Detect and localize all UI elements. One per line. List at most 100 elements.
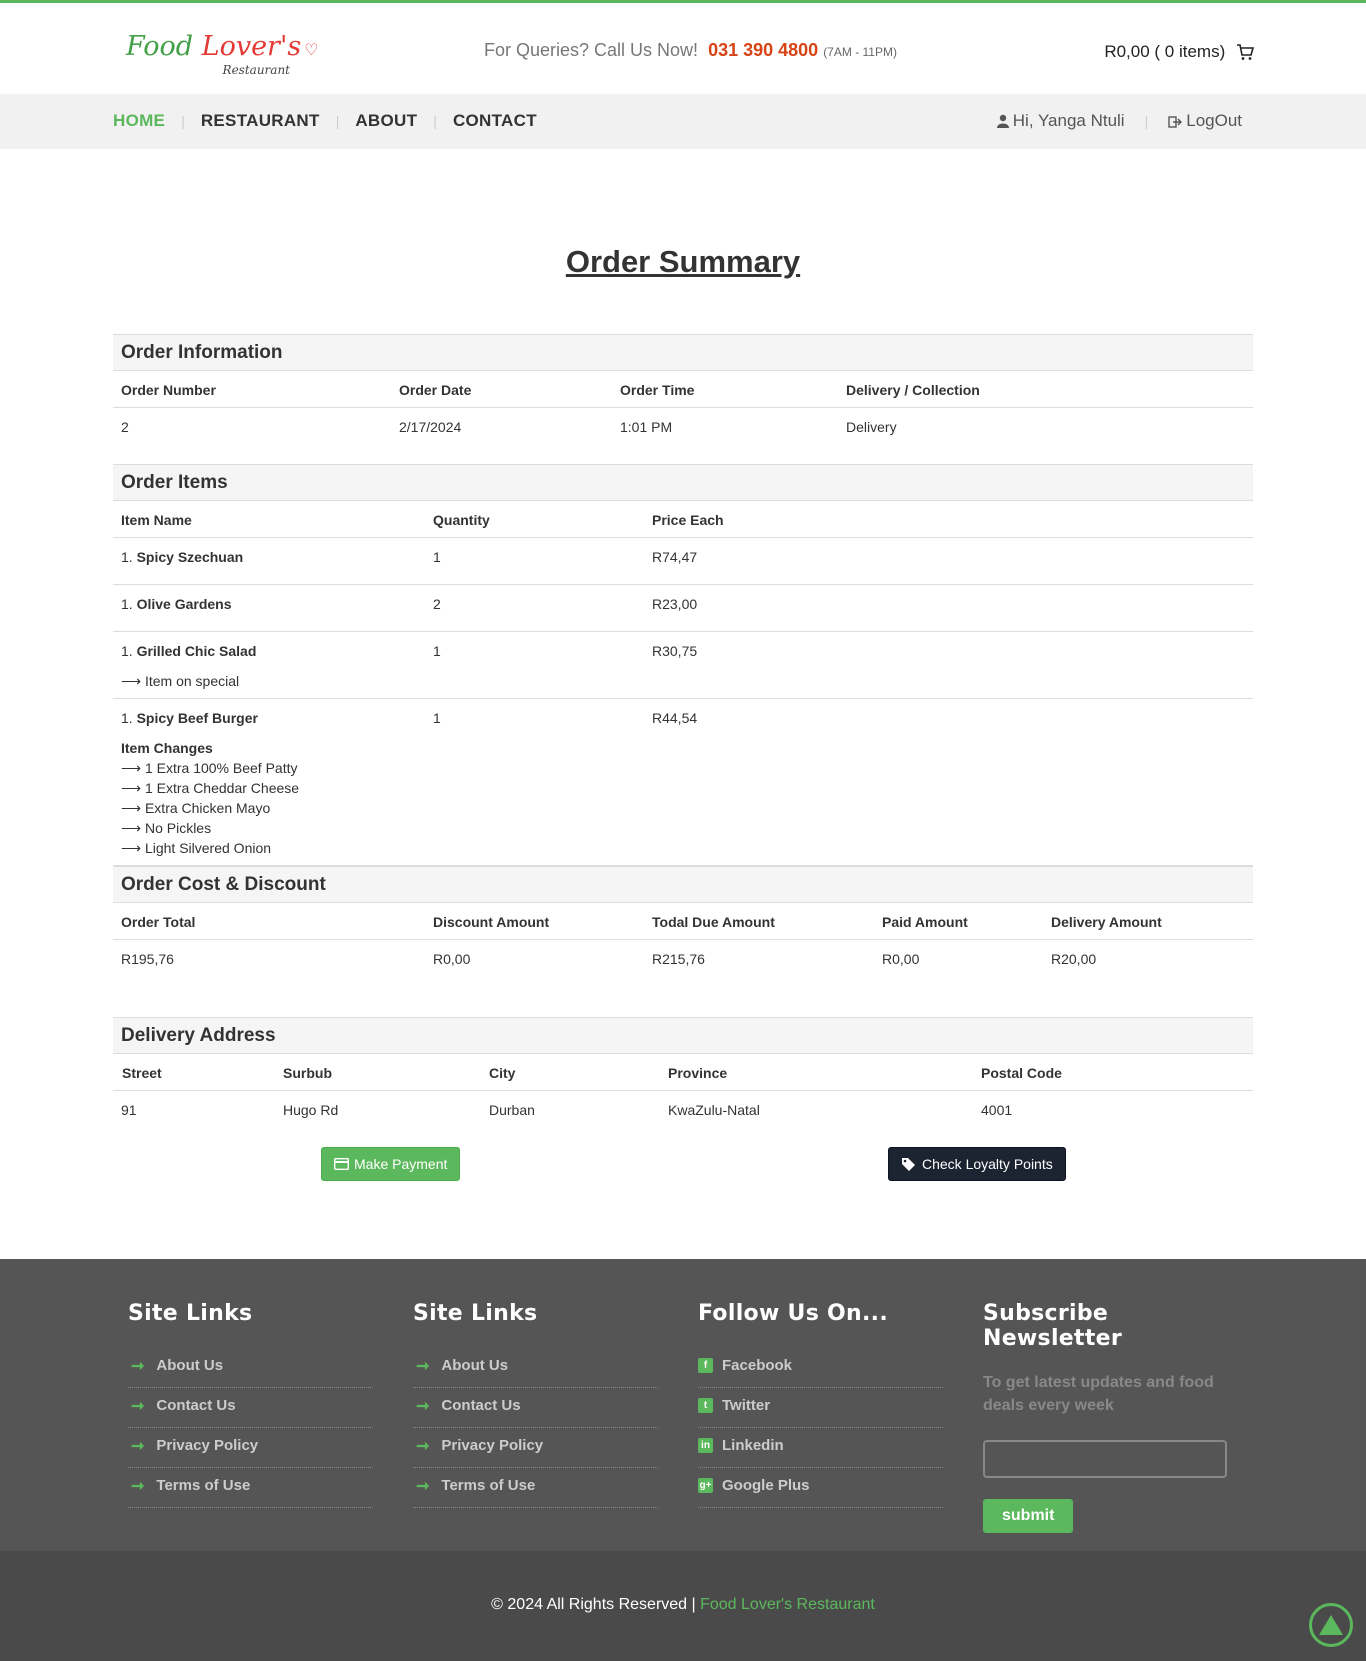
nav-divider: |	[335, 113, 340, 129]
cart-icon	[1237, 44, 1255, 60]
copyright-bar: © 2024 All Rights Reserved | Food Lover'…	[0, 1551, 1366, 1661]
nav-restaurant[interactable]: RESTAURANT	[201, 111, 320, 131]
city: Durban	[489, 1102, 535, 1118]
item-change: ⟶ Extra Chicken Mayo	[121, 800, 271, 816]
list-item: 1. Spicy Szechuan 1 R74,47	[113, 538, 1253, 585]
column-header: Todal Due Amount	[652, 914, 775, 930]
nav-divider: |	[181, 113, 185, 129]
heart-icon: ♡	[304, 40, 319, 59]
list-item: 1. Grilled Chic Salad 1 R30,75 ⟶ Item on…	[113, 632, 1253, 699]
cart-summary[interactable]: R0,00 ( 0 items)	[1104, 42, 1255, 62]
nav-about[interactable]: ABOUT	[355, 111, 417, 131]
item-price: R74,47	[652, 549, 698, 565]
credit-card-icon	[334, 1158, 349, 1170]
newsletter-email-input[interactable]	[983, 1440, 1227, 1478]
footer-heading: Site Links	[413, 1301, 538, 1326]
section-heading: Order Items	[113, 464, 1253, 501]
logo-subtitle: Restaurant	[222, 63, 290, 77]
footer-column-follow-us: Follow Us On... f Facebook t Twitter in Lin…	[698, 1301, 943, 1508]
column-header: City	[489, 1065, 516, 1081]
column-header: Discount Amount	[433, 914, 550, 930]
section-heading: Delivery Address	[113, 1017, 1253, 1054]
column-header: Order Total	[121, 914, 196, 930]
footer-link-twitter[interactable]: t Twitter	[698, 1388, 943, 1428]
user-greeting[interactable]: Hi, Yanga Ntuli	[996, 111, 1125, 131]
item-quantity: 2	[433, 596, 441, 612]
check-loyalty-points-button[interactable]: Check Loyalty Points	[888, 1147, 1066, 1181]
nav-divider: |	[433, 113, 437, 129]
google-plus-icon: g+	[698, 1478, 713, 1493]
footer-link-contact[interactable]: ➞ Contact Us	[413, 1388, 658, 1428]
item-price: R23,00	[652, 596, 698, 612]
footer-link-terms[interactable]: ➞ Terms of Use	[128, 1468, 373, 1508]
order-date: 2/17/2024	[399, 419, 462, 435]
item-price: R30,75	[652, 643, 698, 659]
order-items-section: Order Items Item Name Quantity Price Eac…	[113, 464, 1253, 866]
column-header: Street	[122, 1065, 162, 1081]
postal-code: 4001	[981, 1102, 1013, 1118]
footer-heading: Site Links	[128, 1301, 253, 1326]
order-total: R195,76	[121, 951, 174, 967]
table-header-row: Order Total Discount Amount Todal Due Am…	[113, 903, 1253, 940]
footer-link-contact[interactable]: ➞ Contact Us	[128, 1388, 373, 1428]
column-header: Price Each	[652, 512, 724, 528]
order-time: 1:01 PM	[620, 419, 673, 435]
tags-icon	[902, 1158, 915, 1171]
column-header: Order Date	[399, 382, 472, 398]
footer-link-facebook[interactable]: f Facebook	[698, 1348, 943, 1388]
footer-link-privacy[interactable]: ➞ Privacy Policy	[128, 1428, 373, 1468]
table-header-row: Street Surbub City Province Postal Code	[113, 1054, 1253, 1091]
section-heading: Order Cost & Discount	[113, 866, 1253, 903]
item-changes-title: Item Changes	[121, 740, 213, 756]
arrow-right-icon: ➞	[131, 1437, 145, 1455]
item-change: ⟶ No Pickles	[121, 820, 212, 836]
logout-link[interactable]: LogOut	[1168, 111, 1242, 131]
table-row: R195,76 R0,00 R215,76 R0,00 R20,00	[113, 940, 1253, 977]
arrow-right-icon: ➞	[131, 1397, 145, 1415]
queries-contact: For Queries? Call Us Now! 031 390 4800 (7…	[484, 40, 897, 61]
arrow-right-icon: ➞	[131, 1477, 145, 1495]
total-due-amount: R215,76	[652, 951, 705, 967]
facebook-icon: f	[698, 1358, 713, 1373]
footer-link-about[interactable]: ➞ About Us	[413, 1348, 658, 1388]
main-navbar: HOME | RESTAURANT | ABOUT | CONTACT Hi, …	[0, 94, 1366, 149]
footer-link-google-plus[interactable]: g+ Google Plus	[698, 1468, 943, 1508]
delivery-amount: R20,00	[1051, 951, 1097, 967]
column-header: Delivery / Collection	[846, 382, 980, 398]
linkedin-icon: in	[698, 1438, 713, 1453]
column-header: Order Number	[121, 382, 216, 398]
logout-icon	[1168, 116, 1183, 128]
nav-home[interactable]: HOME	[113, 111, 165, 131]
delivery-address-section: Delivery Address Street Surbub City Prov…	[113, 1017, 1253, 1128]
phone-number[interactable]: 031 390 4800	[708, 40, 818, 60]
item-quantity: 1	[433, 710, 441, 726]
footer-link-about[interactable]: ➞ About Us	[128, 1348, 373, 1388]
order-information-section: Order Information Order Number Order Dat…	[113, 334, 1253, 445]
scroll-to-top-button[interactable]	[1309, 1603, 1353, 1647]
copyright-brand-link[interactable]: Food Lover's Restaurant	[700, 1596, 875, 1613]
make-payment-button[interactable]: Make Payment	[321, 1147, 461, 1181]
cart-text: R0,00 ( 0 items)	[1104, 42, 1226, 61]
footer-link-linkedin[interactable]: in Linkedin	[698, 1428, 943, 1468]
user-icon	[996, 114, 1009, 128]
arrow-right-icon: ➞	[416, 1477, 430, 1495]
site-footer: Site Links ➞ About Us ➞ Contact Us ➞ Privac…	[0, 1259, 1366, 1551]
list-item: 1. Olive Gardens 2 R23,00	[113, 585, 1253, 632]
paid-amount: R0,00	[882, 951, 920, 967]
newsletter-description: To get latest updates and food deals eve…	[983, 1374, 1214, 1414]
top-header: Food Lover's ♡ Restaurant For Queries? Ca…	[0, 0, 1366, 94]
newsletter-submit-button[interactable]: submit	[983, 1499, 1074, 1533]
special-note: ⟶ Item on special	[121, 673, 240, 689]
column-header: Surbub	[283, 1065, 332, 1081]
site-logo[interactable]: Food Lover's ♡ Restaurant	[126, 31, 319, 81]
order-cost-section: Order Cost & Discount Order Total Discou…	[113, 866, 1253, 977]
list-item: 1. Spicy Beef Burger 1 R44,54 Item Chang…	[113, 699, 1253, 866]
footer-link-terms[interactable]: ➞ Terms of Use	[413, 1468, 658, 1508]
opening-hours: (7AM - 11PM)	[823, 45, 897, 59]
table-header-row: Order Number Order Date Order Time Deliv…	[113, 371, 1253, 408]
footer-link-privacy[interactable]: ➞ Privacy Policy	[413, 1428, 658, 1468]
arrow-right-icon: ➞	[416, 1437, 430, 1455]
footer-column-site-links-2: Site Links ➞ About Us ➞ Contact Us ➞ Privac…	[413, 1301, 658, 1508]
nav-contact[interactable]: CONTACT	[453, 111, 537, 131]
item-change: ⟶ 1 Extra Cheddar Cheese	[121, 780, 300, 796]
